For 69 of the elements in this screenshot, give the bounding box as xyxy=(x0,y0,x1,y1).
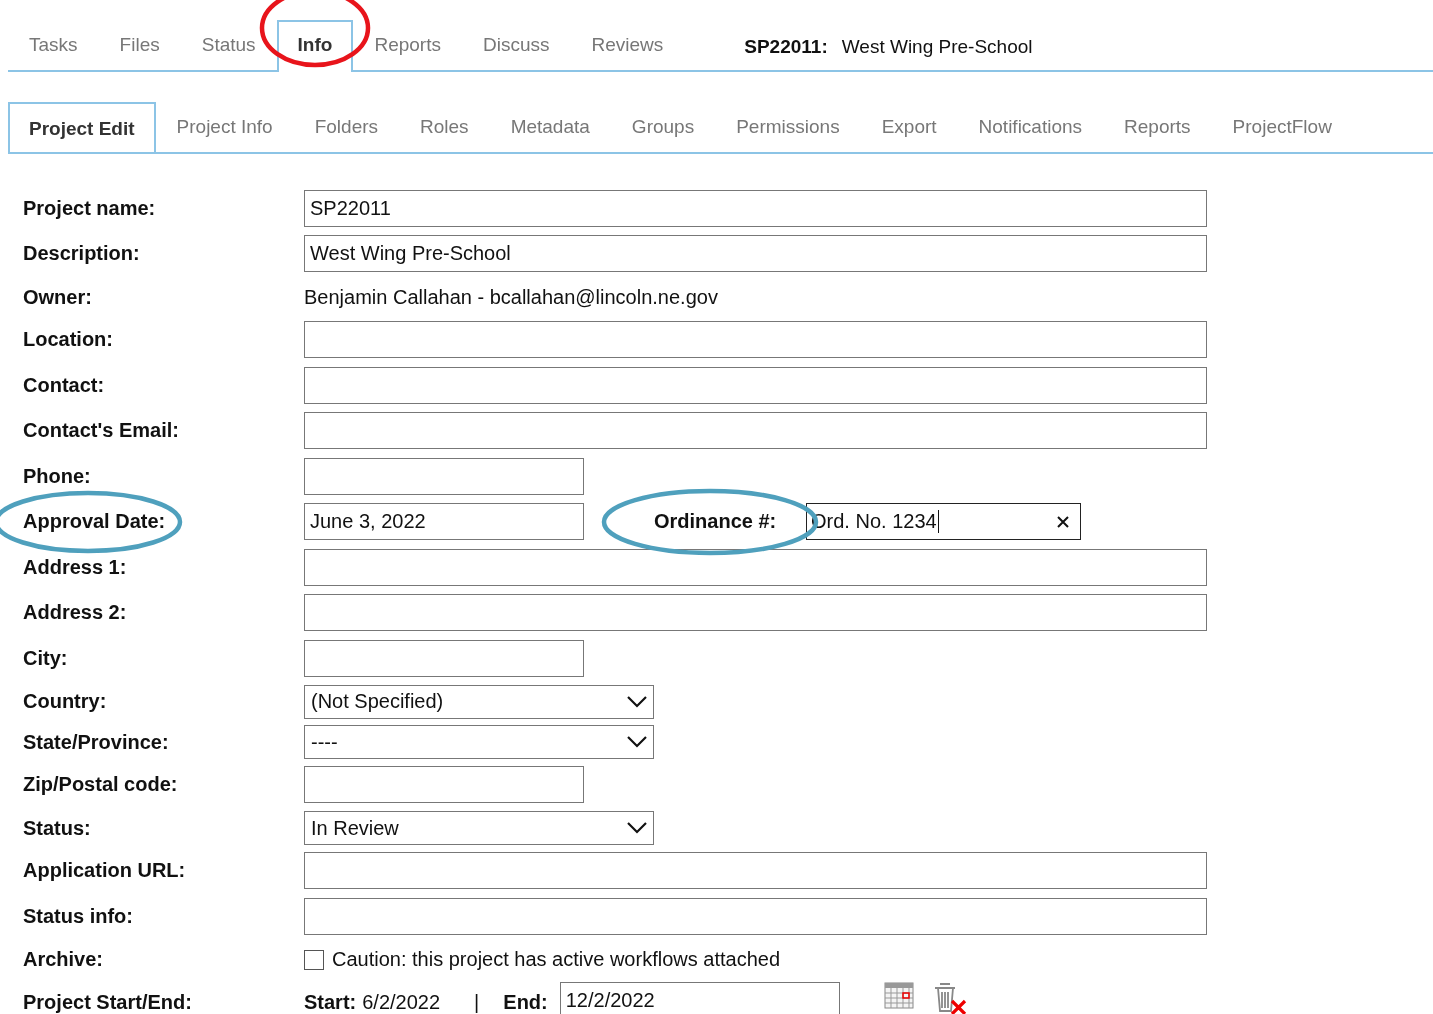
chevron-down-icon xyxy=(627,822,647,834)
dropdown[interactable]: In Review xyxy=(304,811,654,845)
text-field[interactable]: SP22011 xyxy=(304,189,1207,227)
section-tab[interactable]: Project Edit xyxy=(8,102,156,154)
text-field[interactable] xyxy=(304,897,1207,935)
field-label: Address 1: xyxy=(23,555,127,579)
text-field[interactable] xyxy=(304,366,1207,404)
section-tab[interactable]: Reports xyxy=(1103,114,1212,152)
field-label: Country: xyxy=(23,690,107,713)
field-label: Owner: xyxy=(23,285,92,309)
date-field[interactable]: June 3, 2022 xyxy=(304,503,584,540)
section-tab[interactable]: Roles xyxy=(399,114,490,152)
section-tab[interactable]: Permissions xyxy=(715,114,861,152)
dropdown[interactable]: (Not Specified) xyxy=(304,684,654,719)
nav-tab[interactable]: Tasks xyxy=(8,32,99,70)
start-date: 6/2/2022 xyxy=(362,990,441,1014)
text-field[interactable]: West Wing Pre-School xyxy=(304,235,1207,272)
section-tab[interactable]: Metadata xyxy=(489,114,611,152)
nav-tab[interactable]: Info xyxy=(276,20,354,72)
text-field[interactable] xyxy=(304,594,1207,631)
separator: | xyxy=(474,990,480,1014)
section-tab[interactable]: ProjectFlow xyxy=(1211,114,1353,152)
field-label: Address 2: xyxy=(23,601,127,624)
section-tab[interactable]: Notifications xyxy=(957,114,1104,152)
field-label: Location: xyxy=(23,328,113,351)
text-field[interactable] xyxy=(304,548,1207,586)
field-label: Contact's Email: xyxy=(23,419,179,442)
chevron-down-icon xyxy=(627,695,647,708)
section-tab[interactable]: Folders xyxy=(293,114,400,152)
nav-tab[interactable]: Reports xyxy=(353,32,462,70)
project-code: SP22011: xyxy=(744,36,828,58)
text-field[interactable] xyxy=(304,852,1207,889)
nav-tab[interactable]: Status xyxy=(180,32,277,70)
field-label: Application URL: xyxy=(23,859,186,882)
field-label: Project Start/End: xyxy=(23,990,192,1014)
field-label: Archive: xyxy=(23,948,104,971)
field-label: Phone: xyxy=(23,464,91,488)
end-date-field[interactable]: 12/2/2022 xyxy=(559,982,840,1014)
text-field[interactable] xyxy=(304,412,1207,449)
nav-tab[interactable]: Reviews xyxy=(570,32,685,70)
field-label: Zip/Postal code: xyxy=(23,773,178,796)
field-label: City: xyxy=(23,646,68,670)
section-tab[interactable]: Groups xyxy=(610,114,716,152)
text-field[interactable] xyxy=(304,639,584,677)
text-field[interactable] xyxy=(304,766,584,803)
calendar-icon[interactable] xyxy=(883,981,914,1009)
field-label: State/Province: xyxy=(23,730,169,754)
text-field[interactable] xyxy=(304,321,1207,358)
text-field[interactable] xyxy=(304,457,584,495)
dropdown[interactable]: ---- xyxy=(304,725,654,759)
checkbox-label: Caution: this project has active workflows attached xyxy=(332,948,780,971)
field-label: Contact: xyxy=(23,373,105,397)
nav-tab[interactable]: Files xyxy=(98,32,181,70)
field-label: Ordinance #: xyxy=(654,510,777,533)
end-label: End: xyxy=(503,990,548,1014)
field-label: Project name: xyxy=(23,196,156,220)
checkbox[interactable] xyxy=(304,949,324,970)
section-tab[interactable]: Project Info xyxy=(155,114,294,152)
owner-value: Benjamin Callahan - bcallahan@lincoln.ne.gov xyxy=(304,285,718,309)
start-label: Start: xyxy=(304,990,357,1014)
nav-tab[interactable]: Discuss xyxy=(461,32,571,70)
section-tab[interactable]: Export xyxy=(860,114,958,152)
field-label: Description: xyxy=(23,242,140,265)
field-label: Approval Date: xyxy=(23,510,166,533)
field-label: Status info: xyxy=(23,904,133,928)
clear-icon[interactable] xyxy=(1056,514,1070,529)
field-label: Status: xyxy=(23,816,91,840)
chevron-down-icon xyxy=(627,736,647,748)
project-name: West Wing Pre-School xyxy=(841,36,1033,58)
